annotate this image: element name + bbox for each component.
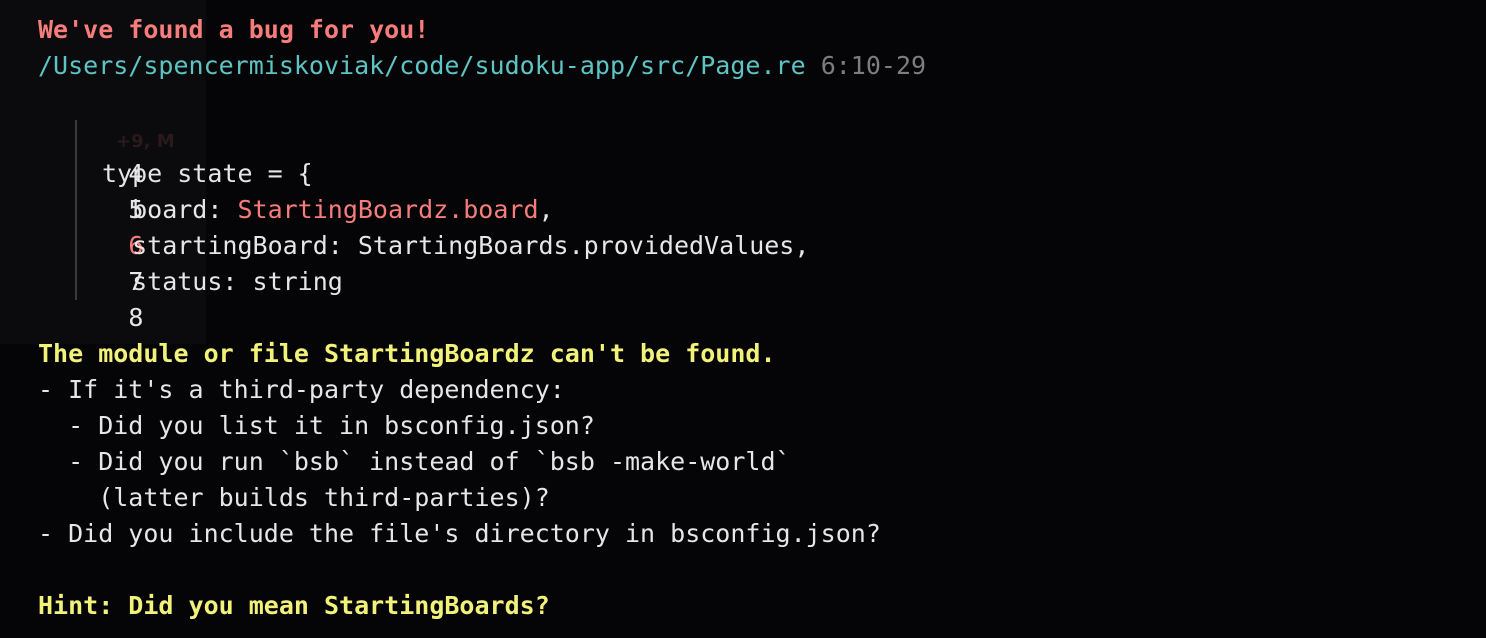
error-message-title: The module or file StartingBoardz can't … [38, 339, 776, 368]
code-line-8: 8 status: string [38, 264, 1458, 332]
file-path[interactable]: /Users/spencermiskoviak/code/sudoku-app/… [38, 51, 806, 80]
message-item: (latter builds third-parties)? [38, 483, 550, 512]
terminal-output: We've found a bug for you! /Users/spence… [38, 12, 1458, 624]
code-line-7: 7 startingBoard: StartingBoards.provided… [38, 228, 1458, 296]
line-number: 8 [128, 303, 144, 332]
gutter-divider [75, 264, 77, 300]
code-line-5: 5 type state = { [38, 156, 1458, 224]
code-text: status: string [102, 264, 343, 300]
code-segment: , [538, 195, 554, 224]
message-item: - Did you list it in bsconfig.json? [38, 411, 595, 440]
code-segment: status: string [102, 267, 343, 296]
error-title: We've found a bug for you! [38, 15, 430, 44]
code-text: startingBoard: StartingBoards.providedVa… [102, 228, 809, 264]
code-segment: board: [102, 195, 238, 224]
file-location: /Users/spencermiskoviak/code/sudoku-app/… [38, 48, 1458, 84]
gutter-divider [75, 192, 77, 228]
error-highlight: StartingBoardz.board [237, 195, 539, 224]
message-item: - Did you run `bsb` instead of `bsb -mak… [38, 447, 791, 476]
code-segment: type state = { [102, 159, 313, 188]
hint-message: Hint: Did you mean StartingBoards? [38, 591, 550, 620]
message-item: - If it's a third-party dependency: [38, 375, 565, 404]
code-line-6: 6 board: StartingBoardz.board, [38, 192, 1458, 260]
code-segment: startingBoard: StartingBoards.providedVa… [102, 231, 810, 260]
code-frame: 4 +9, M 5 type state = { 6 board: Starti… [38, 120, 1458, 332]
gutter-divider [75, 120, 77, 156]
code-text: board: StartingBoardz.board, [102, 192, 554, 228]
code-text: type state = { [102, 156, 313, 192]
code-line-4: 4 +9, M [38, 120, 1458, 188]
error-range: 6:10-29 [820, 51, 927, 80]
gutter-divider [75, 156, 77, 192]
ghost-overlay-text: +9, M [116, 131, 175, 152]
message-item: - Did you include the file's directory i… [38, 519, 881, 548]
gutter-divider [75, 228, 77, 264]
